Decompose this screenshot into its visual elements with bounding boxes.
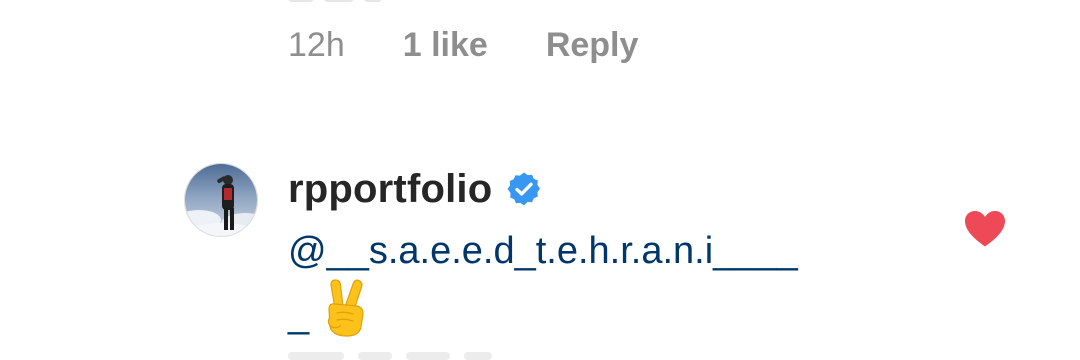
reply-button[interactable]: Reply [546,24,639,66]
username-row: rpportfolio [288,163,928,215]
mention-link[interactable]: @__s.a.e.e.d_t.e.h.r.a.n.i____ [288,230,798,272]
next-comment-remnant [288,352,492,360]
previous-comment-remnant [288,0,382,2]
previous-comment-meta: 12h 1 like Reply [288,24,638,66]
comment-timestamp: 12h [288,26,345,64]
comment-body: rpportfolio @__s.a.e.e.d_t.e.h.r.a.n.i__… [288,163,928,353]
like-heart-icon[interactable] [964,210,1006,248]
comment-text: @__s.a.e.e.d_t.e.h.r.a.n.i____ _ [288,223,888,353]
likes-count-link[interactable]: 1 like [403,24,488,66]
avatar-image [185,164,257,236]
verified-badge-icon [506,171,542,207]
avatar[interactable] [184,163,258,237]
username-link[interactable]: rpportfolio [288,167,492,212]
mention-link-tail[interactable]: _ [288,294,309,336]
victory-hand-emoji-icon [323,279,367,353]
